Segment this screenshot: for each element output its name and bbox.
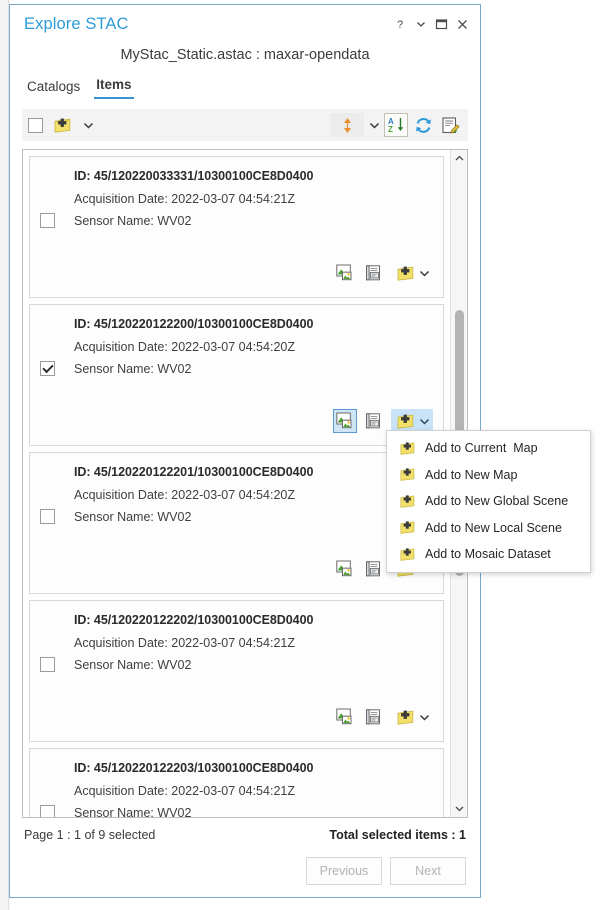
page-status-label: Page 1 : 1 of 9 selected: [24, 828, 155, 842]
item-sensor-name: Sensor Name: WV02: [74, 214, 433, 228]
item-sensor-name: Sensor Name: WV02: [74, 806, 433, 817]
item-id: ID: 45/120220033331/10300100CE8D0400: [74, 169, 433, 183]
maximize-button[interactable]: [432, 15, 451, 34]
menu-item-add-to-new-local-scene[interactable]: Add to New Local Scene: [387, 515, 590, 542]
tab-strip: Catalogs Items: [10, 63, 480, 99]
add-to-map-icon: [397, 467, 417, 482]
preview-image-icon[interactable]: [333, 705, 357, 729]
menu-item-add-to-current-map[interactable]: Add to Current Map: [387, 435, 590, 462]
item-actions: [333, 705, 433, 729]
menu-item-label: Add to New Global Scene: [425, 494, 568, 508]
item-add-to-map-group[interactable]: [391, 705, 433, 729]
next-button[interactable]: Next: [390, 857, 466, 885]
menu-item-label: Add to Current Map: [425, 441, 538, 455]
scroll-down-arrow-icon[interactable]: [451, 800, 467, 817]
view-metadata-icon[interactable]: [362, 705, 386, 729]
dialog-footer: Page 1 : 1 of 9 selected Total selected …: [10, 818, 480, 897]
select-all-checkbox[interactable]: [28, 118, 43, 133]
item-actions: [333, 261, 433, 285]
sort-direction-button[interactable]: [330, 113, 364, 137]
item-id: ID: 45/120220122201/10300100CE8D0400: [74, 465, 433, 479]
item-card[interactable]: ID: 45/120220122200/10300100CE8D0400 Acq…: [29, 304, 444, 446]
add-to-map-icon: [397, 494, 417, 509]
catalog-subtitle: MyStac_Static.astac : maxar-opendata: [10, 43, 480, 63]
add-to-map-icon: [397, 441, 417, 456]
preview-image-icon[interactable]: [333, 557, 357, 581]
add-to-map-dropdown-chevron[interactable]: [417, 269, 431, 278]
item-checkbox[interactable]: [40, 805, 55, 817]
dialog-titlebar: Explore STAC ?: [10, 5, 480, 43]
menu-item-add-to-new-map[interactable]: Add to New Map: [387, 462, 590, 489]
menu-item-label: Add to Mosaic Dataset: [425, 547, 551, 561]
menu-item-add-to-new-global-scene[interactable]: Add to New Global Scene: [387, 488, 590, 515]
menu-item-label: Add to New Map: [425, 468, 517, 482]
item-checkbox[interactable]: [40, 213, 55, 228]
preview-image-icon[interactable]: [333, 261, 357, 285]
item-checkbox[interactable]: [40, 509, 55, 524]
item-add-to-map-group[interactable]: [391, 261, 433, 285]
view-metadata-icon[interactable]: [362, 557, 386, 581]
item-id: ID: 45/120220122202/10300100CE8D0400: [74, 613, 433, 627]
window-controls: ?: [390, 15, 472, 34]
item-card[interactable]: ID: 45/120220122203/10300100CE8D0400 Acq…: [29, 748, 444, 817]
item-id: ID: 45/120220122200/10300100CE8D0400: [74, 317, 433, 331]
add-to-map-dropdown-chevron[interactable]: [417, 417, 431, 426]
item-sensor-name: Sensor Name: WV02: [74, 658, 433, 672]
item-card[interactable]: ID: 45/120220033331/10300100CE8D0400 Acq…: [29, 156, 444, 298]
total-selected-label: Total selected items : 1: [329, 828, 466, 842]
add-to-map-dropdown-chevron[interactable]: [417, 713, 431, 722]
help-button[interactable]: ?: [390, 15, 409, 34]
item-id: ID: 45/120220122203/10300100CE8D0400: [74, 761, 433, 775]
tab-items[interactable]: Items: [94, 77, 133, 99]
item-acquisition-date: Acquisition Date: 2022-03-07 04:54:21Z: [74, 784, 433, 798]
item-acquisition-date: Acquisition Date: 2022-03-07 04:54:20Z: [74, 340, 433, 354]
view-metadata-icon[interactable]: [362, 261, 386, 285]
item-checkbox[interactable]: [40, 361, 55, 376]
add-to-map-icon: [397, 547, 417, 562]
tab-catalogs[interactable]: Catalogs: [25, 79, 82, 99]
sort-az-button[interactable]: A Z: [384, 113, 408, 137]
previous-button[interactable]: Previous: [306, 857, 382, 885]
add-to-map-icon[interactable]: [393, 705, 417, 729]
svg-text:?: ?: [396, 19, 402, 31]
menu-item-add-to-mosaic-dataset[interactable]: Add to Mosaic Dataset: [387, 541, 590, 568]
close-button[interactable]: [453, 15, 472, 34]
add-to-map-icon[interactable]: [393, 261, 417, 285]
dialog-title: Explore STAC: [24, 15, 390, 34]
item-acquisition-date: Acquisition Date: 2022-03-07 04:54:21Z: [74, 636, 433, 650]
sort-direction-dropdown-chevron[interactable]: [367, 121, 381, 130]
add-to-map-icon: [397, 520, 417, 535]
item-checkbox[interactable]: [40, 657, 55, 672]
item-card[interactable]: ID: 45/120220122202/10300100CE8D0400 Acq…: [29, 600, 444, 742]
view-metadata-icon[interactable]: [362, 409, 386, 433]
edit-metadata-icon[interactable]: [438, 113, 462, 137]
scroll-up-arrow-icon[interactable]: [451, 150, 467, 167]
items-toolbar: A Z: [22, 109, 468, 141]
add-to-map-dropdown-chevron[interactable]: [81, 121, 95, 130]
item-sensor-name: Sensor Name: WV02: [74, 510, 433, 524]
item-acquisition-date: Acquisition Date: 2022-03-07 04:54:20Z: [74, 488, 433, 502]
menu-item-label: Add to New Local Scene: [425, 521, 562, 535]
chevron-down-icon[interactable]: [411, 15, 430, 34]
refresh-icon[interactable]: [411, 113, 435, 137]
preview-image-icon[interactable]: [333, 409, 357, 433]
add-to-map-context-menu: Add to Current Map Add to New Map Add to…: [386, 430, 591, 573]
add-to-map-icon[interactable]: [51, 114, 73, 136]
item-acquisition-date: Acquisition Date: 2022-03-07 04:54:21Z: [74, 192, 433, 206]
item-sensor-name: Sensor Name: WV02: [74, 362, 433, 376]
item-card[interactable]: ID: 45/120220122201/10300100CE8D0400 Acq…: [29, 452, 444, 594]
svg-text:Z: Z: [388, 125, 393, 134]
